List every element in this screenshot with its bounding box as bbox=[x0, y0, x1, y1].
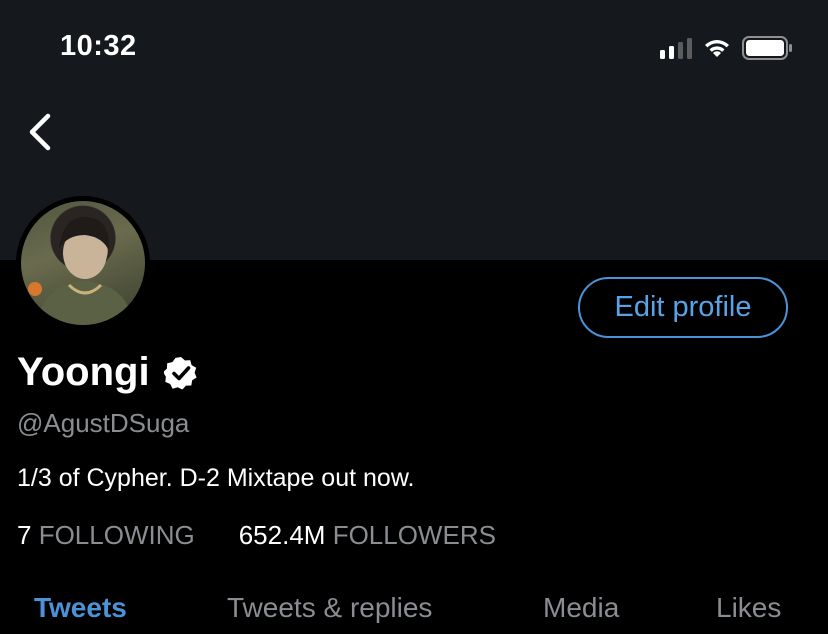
tab-tweets-replies[interactable]: Tweets & replies bbox=[227, 592, 432, 624]
profile-bio: 1/3 of Cypher. D-2 Mixtape out now. bbox=[17, 464, 415, 492]
avatar[interactable] bbox=[16, 196, 150, 330]
edit-profile-button[interactable]: Edit profile bbox=[578, 277, 788, 338]
tab-media[interactable]: Media bbox=[543, 592, 619, 624]
followers-count: 652.4M bbox=[238, 520, 326, 550]
verified-badge-icon bbox=[163, 356, 197, 389]
followers-stat[interactable]: 652.4M FOLLOWERS bbox=[239, 520, 496, 551]
cellular-signal-icon bbox=[660, 37, 692, 59]
tab-tweets[interactable]: Tweets bbox=[34, 592, 127, 624]
avatar-image bbox=[28, 216, 133, 325]
profile-tabs: Tweets Tweets & replies Media Likes bbox=[0, 592, 828, 634]
status-time: 10:32 bbox=[60, 30, 137, 62]
tab-likes[interactable]: Likes bbox=[716, 592, 781, 624]
following-count: 7 bbox=[17, 520, 32, 550]
profile-name: Yoongi bbox=[17, 350, 150, 394]
profile-handle: @AgustDSuga bbox=[17, 408, 190, 438]
status-icons bbox=[660, 36, 794, 60]
back-chevron-icon[interactable] bbox=[22, 110, 62, 154]
profile-stats: 7 FOLLOWING 652.4M FOLLOWERS bbox=[17, 520, 496, 551]
profile-name-row: Yoongi bbox=[17, 350, 198, 395]
followers-label: FOLLOWERS bbox=[332, 520, 496, 550]
battery-icon bbox=[742, 36, 792, 60]
following-label: FOLLOWING bbox=[38, 520, 195, 550]
wifi-icon bbox=[705, 40, 729, 57]
following-stat[interactable]: 7 FOLLOWING bbox=[17, 520, 195, 551]
